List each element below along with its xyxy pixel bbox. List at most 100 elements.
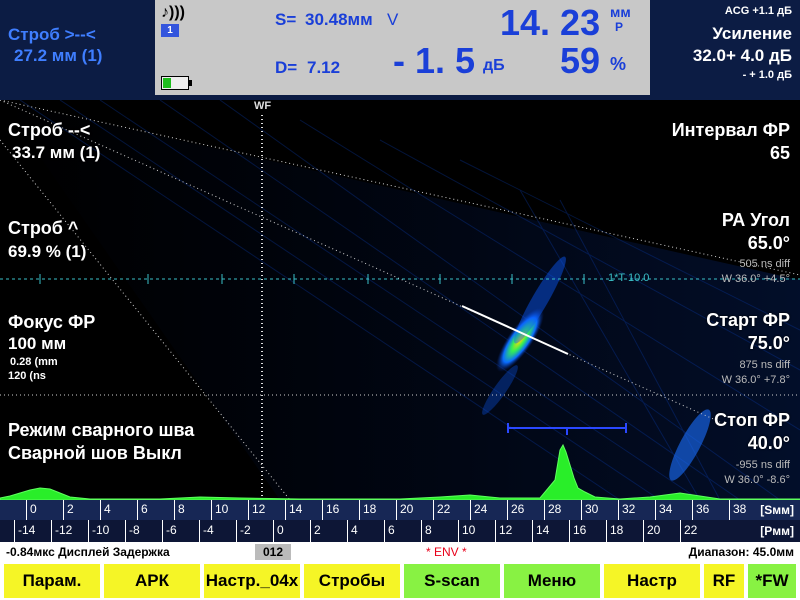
- scale-tick: 14: [285, 500, 302, 520]
- scale-tick-label: -12: [55, 523, 73, 537]
- focus-sub-1: 0.28 (mm: [10, 356, 58, 368]
- menu-button[interactable]: Меню: [504, 564, 600, 598]
- amplitude-unit: %: [610, 54, 627, 74]
- scale-tick-label: 30: [585, 502, 599, 516]
- scale-tick-label: 10: [215, 502, 229, 516]
- scale-tick-label: 16: [326, 502, 340, 516]
- leg-label: 1*T 10.0: [608, 272, 650, 284]
- angle-label: РА Угол: [721, 210, 790, 230]
- env-indicator: * ENV *: [426, 545, 467, 559]
- amplitude-value: 59: [560, 40, 601, 81]
- measurement-panel: ♪))) 1 S= 30.48мм V D= 7.12 14. 23 мм Р …: [155, 0, 650, 95]
- gain-title: Усиление: [712, 24, 792, 43]
- scale-tick: 38: [729, 500, 746, 520]
- acg-readout: ACG +1.1 дБ: [724, 5, 792, 17]
- scale-tick-label: -10: [92, 523, 110, 537]
- setup-button[interactable]: Настр: [604, 564, 700, 598]
- scale-tick: 26: [507, 500, 524, 520]
- d-value: 7.12: [307, 58, 341, 77]
- scale-tick: 20: [643, 520, 660, 542]
- scale-tick: 2: [63, 500, 74, 520]
- scale-tick-label: 10: [462, 523, 476, 537]
- setup-04x-button[interactable]: Настр._04x: [204, 564, 300, 598]
- scale-tick-label: 4: [104, 502, 111, 516]
- gates-button[interactable]: Стробы: [304, 564, 400, 598]
- weld-state: Сварной шов Выкл: [8, 443, 182, 463]
- params-button[interactable]: Парам.: [4, 564, 100, 598]
- scale-tick: -8: [125, 520, 140, 542]
- scale-tick: 18: [359, 500, 376, 520]
- start-value: 75.0°: [747, 333, 790, 353]
- scale-tick: 32: [618, 500, 635, 520]
- s-scan-button[interactable]: S-scan: [404, 564, 500, 598]
- scale-tick-label: 12: [499, 523, 513, 537]
- scale-tick: 30: [581, 500, 598, 520]
- scale-tick-label: 22: [437, 502, 451, 516]
- status-line: -0.84мкс Дисплей Задержка 012 * ENV * Ди…: [0, 542, 800, 562]
- scale-tick-label: 4: [351, 523, 358, 537]
- scale-tick-label: -2: [240, 523, 251, 537]
- s-label: S=: [275, 10, 297, 29]
- scale-tick-label: -4: [203, 523, 214, 537]
- start-label: Старт ФР: [706, 310, 790, 330]
- scale-tick-label: 8: [425, 523, 432, 537]
- gain-panel[interactable]: ACG +1.1 дБ Усиление 32.0+ 4.0 дБ - + 1.…: [655, 0, 800, 95]
- scale-tick-label: 26: [511, 502, 525, 516]
- scale-tick: -4: [199, 520, 214, 542]
- interval-label: Интервал ФР: [671, 120, 790, 140]
- interval-value: 65: [769, 143, 790, 163]
- scale-tick-label: 2: [314, 523, 321, 537]
- scale-tick-label: 28: [548, 502, 562, 516]
- scale-tick-label: 16: [573, 523, 587, 537]
- depth-unit: мм: [610, 4, 631, 20]
- gate-a-value: 69.9 % (1): [8, 242, 87, 261]
- gate-top-label: Строб >--<: [8, 25, 96, 44]
- fw-button[interactable]: *FW: [748, 564, 796, 598]
- scale-tick-label: -14: [18, 523, 36, 537]
- scale-tick: 36: [692, 500, 709, 520]
- start-sub-2: W 36.0° +7.8°: [721, 374, 790, 386]
- s-scan-display[interactable]: WF 1*T 10.0 Строб --< 33.7 мм (1) Строб …: [0, 100, 800, 500]
- scale-tick-label: 22: [684, 523, 698, 537]
- scale-tick: 12: [248, 500, 265, 520]
- scale-tick: -6: [162, 520, 177, 542]
- scale-tick: 22: [433, 500, 450, 520]
- gate-a-label: Строб ^: [8, 218, 79, 238]
- focus-value: 100 мм: [8, 334, 67, 353]
- scale-tick: 4: [100, 500, 111, 520]
- scale-tick: 10: [211, 500, 228, 520]
- d-label: D=: [275, 58, 298, 77]
- scale-tick-label: 12: [252, 502, 266, 516]
- ark-button[interactable]: АРК: [104, 564, 200, 598]
- scale-tick: 8: [174, 500, 185, 520]
- scale-tick: 12: [495, 520, 512, 542]
- depth-unit-letter: Р: [615, 20, 624, 34]
- page-indicator: 1: [161, 24, 179, 37]
- scale-tick-label: 38: [733, 502, 747, 516]
- scale-tick: -14: [14, 520, 35, 542]
- db-value: - 1. 5: [393, 40, 476, 81]
- scale-tick-label: 24: [474, 502, 488, 516]
- scale-tick: 28: [544, 500, 561, 520]
- scale-tick-label: 32: [622, 502, 636, 516]
- scale-tick-label: 6: [141, 502, 148, 516]
- scale-tick-label: 0: [30, 502, 37, 516]
- range-readout: Диапазон: 45.0мм: [688, 545, 794, 559]
- scale-tick: 20: [396, 500, 413, 520]
- speaker-icon: ♪))): [161, 4, 185, 21]
- scale-tick-label: 14: [536, 523, 550, 537]
- delay-readout: -0.84мкс Дисплей Задержка: [6, 545, 170, 559]
- scale-tick: 16: [569, 520, 586, 542]
- gate-b-value: 33.7 мм (1): [12, 143, 101, 162]
- scale-tick: -10: [88, 520, 109, 542]
- scale-tick-label: 6: [388, 523, 395, 537]
- start-sub-1: 875 ns diff: [739, 359, 790, 371]
- s-scale: 0 2 4 6 8 10 12 14 16 18 20 22 24 26 28 30 32 34 36 38 [Sмм…: [0, 500, 800, 520]
- rf-button[interactable]: RF: [704, 564, 744, 598]
- scale-tick-label: 18: [610, 523, 624, 537]
- db-unit: дБ: [483, 57, 505, 74]
- scale-tick-label: -8: [129, 523, 140, 537]
- page-number: 012: [255, 544, 291, 560]
- stop-value: 40.0°: [747, 433, 790, 453]
- scale-tick: 0: [26, 500, 37, 520]
